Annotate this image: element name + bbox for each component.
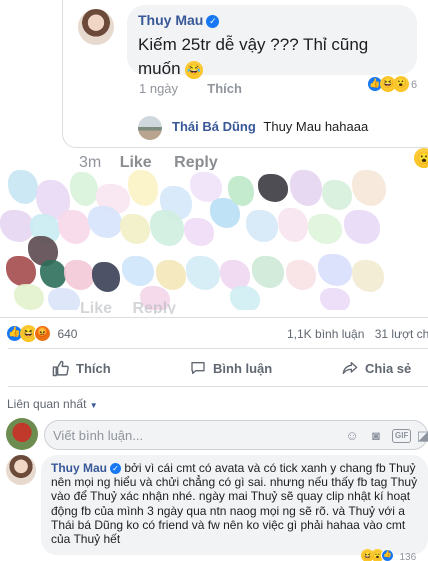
sticker-icon[interactable]: ◪ xyxy=(415,428,428,444)
comment-like-link[interactable]: Thích xyxy=(207,81,242,96)
like-reaction-icon: 👍 xyxy=(381,549,394,561)
comment-icon xyxy=(191,362,205,374)
shares-count-link[interactable]: 31 lượt chia xyxy=(375,327,428,341)
outer-comment-time[interactable]: 3m xyxy=(79,154,101,171)
sort-dropdown[interactable]: Liên quan nhất ▼ xyxy=(7,397,98,411)
like-button[interactable]: Thích xyxy=(52,360,111,377)
comment-input[interactable]: Viết bình luận... ☺ ◙ GIF ◪ xyxy=(44,420,428,450)
faded-like-link: Like xyxy=(80,300,113,314)
comments-count-link[interactable]: 1,1K bình luận xyxy=(287,327,364,341)
comment-reaction-count: 6 xyxy=(411,79,418,91)
outer-like-link[interactable]: Like xyxy=(120,154,152,171)
angry-reaction-icon: 😡 xyxy=(34,325,51,343)
top-comment-avatar[interactable] xyxy=(6,455,36,485)
share-button-label: Chia sẻ xyxy=(365,360,412,376)
current-user-avatar[interactable] xyxy=(6,418,38,450)
chevron-down-icon: ▼ xyxy=(89,401,98,410)
top-comment-reactions[interactable]: 😆😮👍 136 xyxy=(361,547,416,561)
stats-divider xyxy=(8,348,428,349)
share-button[interactable]: Chia sẻ xyxy=(342,360,411,376)
top-comment-reaction-count: 136 xyxy=(399,552,417,561)
comment-text: Kiếm 25tr dễ vậy ??? Thỉ cũng muốn xyxy=(138,35,369,78)
commenter-avatar[interactable] xyxy=(78,9,114,45)
like-button-label: Thích xyxy=(76,361,111,376)
comment-time[interactable]: 1 ngày xyxy=(139,81,178,96)
camera-icon[interactable]: ◙ xyxy=(368,428,384,444)
outer-reply-link[interactable]: Reply xyxy=(174,154,218,171)
reply-author[interactable]: Thái Bá Dũng xyxy=(172,119,256,134)
emoji-icon[interactable]: ☺ xyxy=(344,428,360,444)
wow-emoji-icon: 😮 xyxy=(414,148,428,168)
comment-bubble: Thuy Mau ✓ Kiếm 25tr dễ vậy ??? Thỉ cũng … xyxy=(127,5,417,79)
laughing-emoji-icon: 😂 xyxy=(185,60,204,79)
reply-avatar[interactable] xyxy=(138,116,162,140)
verified-badge-icon: ✓ xyxy=(206,15,220,28)
comment-button[interactable]: Bình luận xyxy=(190,360,272,376)
section-divider xyxy=(0,317,428,318)
commenter-name[interactable]: Thuy Mau xyxy=(138,12,203,28)
post-reaction-count: 640 xyxy=(57,327,78,341)
facebook-post-screenshot: Thuy Mau ✓ Kiếm 25tr dễ vậy ??? Thỉ cũng … xyxy=(0,0,428,561)
actions-divider xyxy=(8,386,428,387)
sort-label: Liên quan nhất xyxy=(7,397,87,411)
thumbs-up-icon xyxy=(52,360,69,377)
share-icon xyxy=(342,362,358,374)
faded-reply-link: Reply xyxy=(132,300,177,314)
blurred-mosaic-area xyxy=(0,170,388,310)
gif-icon[interactable]: GIF xyxy=(392,429,412,443)
comment-button-label: Bình luận xyxy=(213,360,273,376)
verified-badge-icon: ✓ xyxy=(110,463,121,474)
reply-text: Thuy Mau hahaaa xyxy=(263,119,369,134)
comment-input-placeholder: Viết bình luận... xyxy=(53,428,144,443)
wow-reaction-icon: 😮 xyxy=(393,75,409,92)
top-comment-author[interactable]: Thuy Mau xyxy=(51,461,107,475)
top-comment-bubble: Thuy Mau ✓ bởi vì cái cmt có avata và có … xyxy=(41,455,428,555)
comment-reactions[interactable]: 👍😆😮 6 xyxy=(367,75,417,93)
post-reactions-summary[interactable]: 👍😆😡 640 xyxy=(6,325,77,343)
